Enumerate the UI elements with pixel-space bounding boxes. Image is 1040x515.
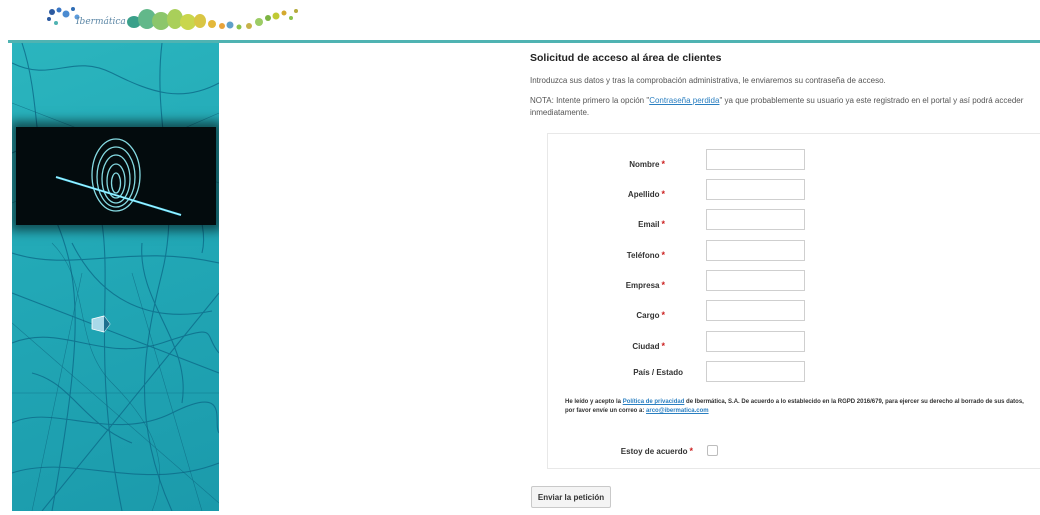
city-map-background xyxy=(12,43,219,511)
label-agree: Estoy de acuerdo * xyxy=(620,446,693,456)
ciudad-input[interactable] xyxy=(706,331,805,352)
agree-checkbox[interactable] xyxy=(707,445,718,456)
telefono-input[interactable] xyxy=(706,240,805,261)
label-ciudad: Ciudad * xyxy=(632,341,665,351)
fingerprint-image xyxy=(16,127,216,225)
privacy-consent-text: He leído y acepto la Política de privaci… xyxy=(565,399,1024,414)
location-marker-icon xyxy=(91,315,111,333)
page-title: Solicitud de acceso al área de clientes xyxy=(530,52,722,64)
fingerprint-icon xyxy=(55,138,182,216)
label-pais-estado: País / Estado xyxy=(633,368,683,377)
apellido-input[interactable] xyxy=(706,179,805,200)
pais-estado-input[interactable] xyxy=(706,361,805,382)
arco-email-link[interactable]: arco@ibermatica.com xyxy=(646,408,709,414)
note-text: NOTA: Intente primero la opción "Contras… xyxy=(530,96,1024,117)
empresa-input[interactable] xyxy=(706,270,805,291)
form-header: Solicitud de acceso al área de clientes … xyxy=(530,52,1040,117)
lost-password-link[interactable]: Contraseña perdida xyxy=(649,96,719,105)
email-input[interactable] xyxy=(706,209,805,230)
cargo-input[interactable] xyxy=(706,300,805,321)
intro-text: Introduzca sus datos y tras la comprobac… xyxy=(530,76,886,85)
nombre-input[interactable] xyxy=(706,149,805,170)
label-apellido: Apellido * xyxy=(627,189,665,199)
label-cargo: Cargo * xyxy=(636,310,665,320)
privacy-policy-link[interactable]: Política de privacidad xyxy=(623,399,685,405)
label-empresa: Empresa * xyxy=(625,280,665,290)
submit-button[interactable]: Enviar la petición xyxy=(531,486,611,508)
decorative-map-panel xyxy=(12,43,219,511)
label-telefono: Teléfono * xyxy=(626,250,665,260)
logo-text: Ibermática xyxy=(76,17,126,27)
label-email: Email * xyxy=(638,219,665,229)
label-nombre: Nombre * xyxy=(629,159,665,169)
header: Ibermática xyxy=(0,0,1040,40)
